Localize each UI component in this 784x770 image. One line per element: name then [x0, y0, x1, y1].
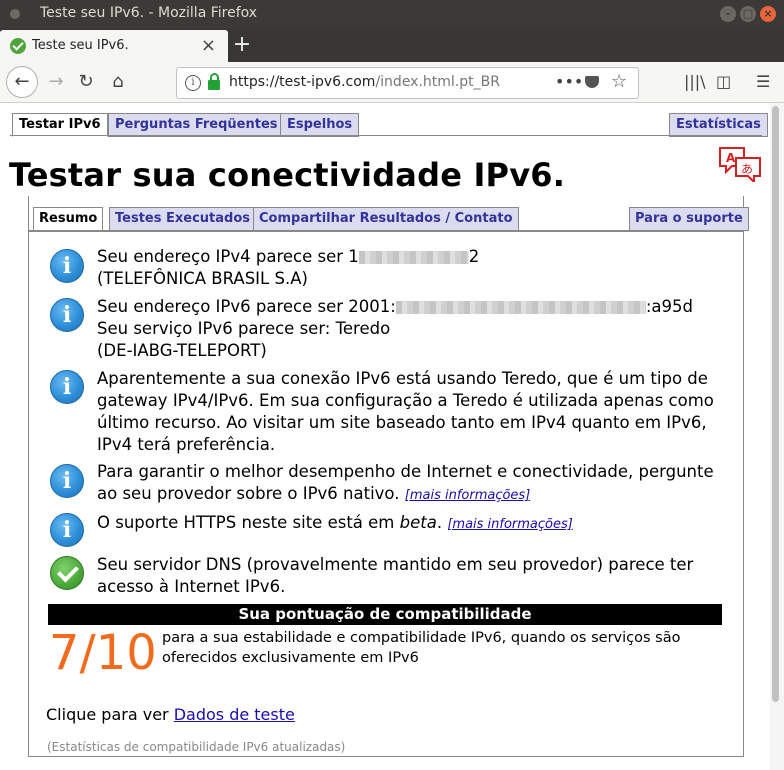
forward-icon[interactable]: → — [42, 68, 70, 96]
reload-icon[interactable]: ↻ — [72, 68, 100, 96]
tab-para-o-suporte[interactable]: Para o suporte — [629, 207, 749, 231]
info-icon: i — [50, 513, 84, 547]
browser-tab[interactable]: Teste seu IPv6. × — [0, 30, 228, 62]
site-info-icon[interactable]: i — [185, 75, 201, 91]
library-icon[interactable]: |||\ — [684, 72, 706, 91]
ipv6-message: Seu endereço IPv6 parece ser 2001::a95d … — [97, 296, 727, 362]
redacted-ipv6 — [395, 301, 646, 314]
https-text: O suporte HTTPS neste site está em — [97, 513, 400, 532]
ipv4-message: Seu endereço IPv4 parece ser 1 2 (TELEFÔN… — [97, 246, 727, 290]
tab-perguntas[interactable]: Perguntas Freqüentes — [108, 113, 285, 137]
pocket-icon[interactable] — [585, 76, 599, 88]
tab-resumo[interactable]: Resumo — [33, 207, 104, 231]
tab-title: Teste seu IPv6. — [32, 38, 129, 53]
site-check-icon — [10, 38, 26, 54]
hamburger-menu-icon[interactable]: ☰ — [756, 72, 770, 91]
https-message: O suporte HTTPS neste site está em beta.… — [97, 512, 727, 536]
url-path: /index.html.pt_BR — [375, 74, 500, 90]
navigation-bar: ← → ↻ ⌂ i https://test-ipv6.com/index.ht… — [0, 62, 784, 103]
ipv6-label: Seu endereço IPv6 parece ser 2001: — [97, 297, 396, 316]
ipv4-isp: (TELEFÔNICA BRASIL S.A) — [97, 269, 308, 288]
redacted-ip — [358, 251, 469, 264]
maximize-icon[interactable]: □ — [740, 6, 756, 22]
bookmark-star-icon[interactable]: ☆ — [611, 71, 627, 92]
ipv6-provider: (DE-IABG-TELEPORT) — [97, 341, 267, 360]
close-window-icon[interactable]: × — [760, 6, 776, 22]
scrollbar-thumb[interactable] — [772, 106, 779, 702]
click-text: Clique para ver — [46, 705, 174, 724]
tab-espelhos[interactable]: Espelhos — [280, 113, 360, 137]
teredo-message: Aparentemente a sua conexão IPv6 está us… — [97, 369, 714, 454]
ipv6-suffix: :a95d — [645, 297, 693, 316]
ipv6-service: Seu serviço IPv6 parece ser: Teredo — [97, 319, 391, 338]
https-beta: beta — [399, 513, 437, 532]
translate-icon[interactable]: A あ — [718, 146, 762, 182]
stats-updated-text: (Estatísticas de compatibilidade IPv6 at… — [47, 740, 346, 754]
score-header: Sua pontuação de compatibilidade — [48, 604, 722, 625]
test-data-line: Clique para ver Dados de teste — [46, 705, 295, 724]
page-actions-icon[interactable]: ••• — [555, 72, 583, 91]
back-icon[interactable]: ← — [6, 66, 38, 98]
tab-bar: Teste seu IPv6. × + — [0, 28, 784, 62]
score-value: 7/10 — [49, 625, 157, 681]
tab-testar-ipv6[interactable]: Testar IPv6 — [12, 113, 108, 137]
tab-testes-executados[interactable]: Testes Executados — [109, 207, 256, 231]
test-data-link[interactable]: Dados de teste — [174, 705, 295, 724]
url-host: https://test-ipv6.com — [229, 74, 376, 90]
tabs-divider — [10, 135, 762, 136]
checkmark-icon — [50, 556, 84, 590]
sidebar-icon[interactable]: ◫ — [716, 72, 731, 91]
page-content: Testar IPv6 Perguntas Freqüentes Espelho… — [0, 103, 770, 770]
svg-text:A: A — [726, 151, 736, 165]
tab-close-icon[interactable]: × — [201, 35, 216, 56]
ipv4-suffix: 2 — [468, 247, 480, 266]
ipv4-label: Seu endereço IPv4 parece ser 1 — [97, 247, 359, 266]
inner-tabs-divider — [28, 230, 744, 232]
info-icon: i — [50, 249, 84, 283]
score-description: para a sua estabilidade e compatibilidad… — [162, 630, 681, 666]
app-menu-icon[interactable] — [10, 9, 20, 19]
window-title: Teste seu IPv6. - Mozilla Firefox — [40, 5, 258, 21]
window-titlebar: Teste seu IPv6. - Mozilla Firefox – □ × — [0, 0, 784, 28]
more-info-link[interactable]: [mais informações] — [447, 517, 573, 532]
svg-text:あ: あ — [741, 162, 753, 176]
info-icon: i — [50, 298, 84, 332]
new-tab-icon[interactable]: + — [232, 32, 252, 57]
minimize-icon[interactable]: – — [720, 6, 736, 22]
tab-estatisticas[interactable]: Estatísticas — [669, 113, 768, 137]
url-text: https://test-ipv6.com/index.html.pt_BR — [229, 74, 500, 90]
info-icon: i — [50, 370, 84, 404]
lock-icon — [208, 73, 220, 90]
url-bar[interactable]: i https://test-ipv6.com/index.html.pt_BR… — [176, 67, 639, 99]
native-ipv6-message: Para garantir o melhor desempenho de Int… — [97, 461, 727, 507]
dns-message: Seu servidor DNS (provavelmente mantido … — [97, 555, 694, 596]
tab-compartilhar[interactable]: Compartilhar Resultados / Contato — [253, 207, 519, 231]
page-title: Testar sua conectividade IPv6. — [9, 156, 566, 194]
https-suffix: . — [436, 513, 443, 532]
info-icon: i — [50, 464, 84, 498]
more-info-link[interactable]: [mais informações] — [405, 488, 531, 503]
home-icon[interactable]: ⌂ — [104, 68, 132, 96]
